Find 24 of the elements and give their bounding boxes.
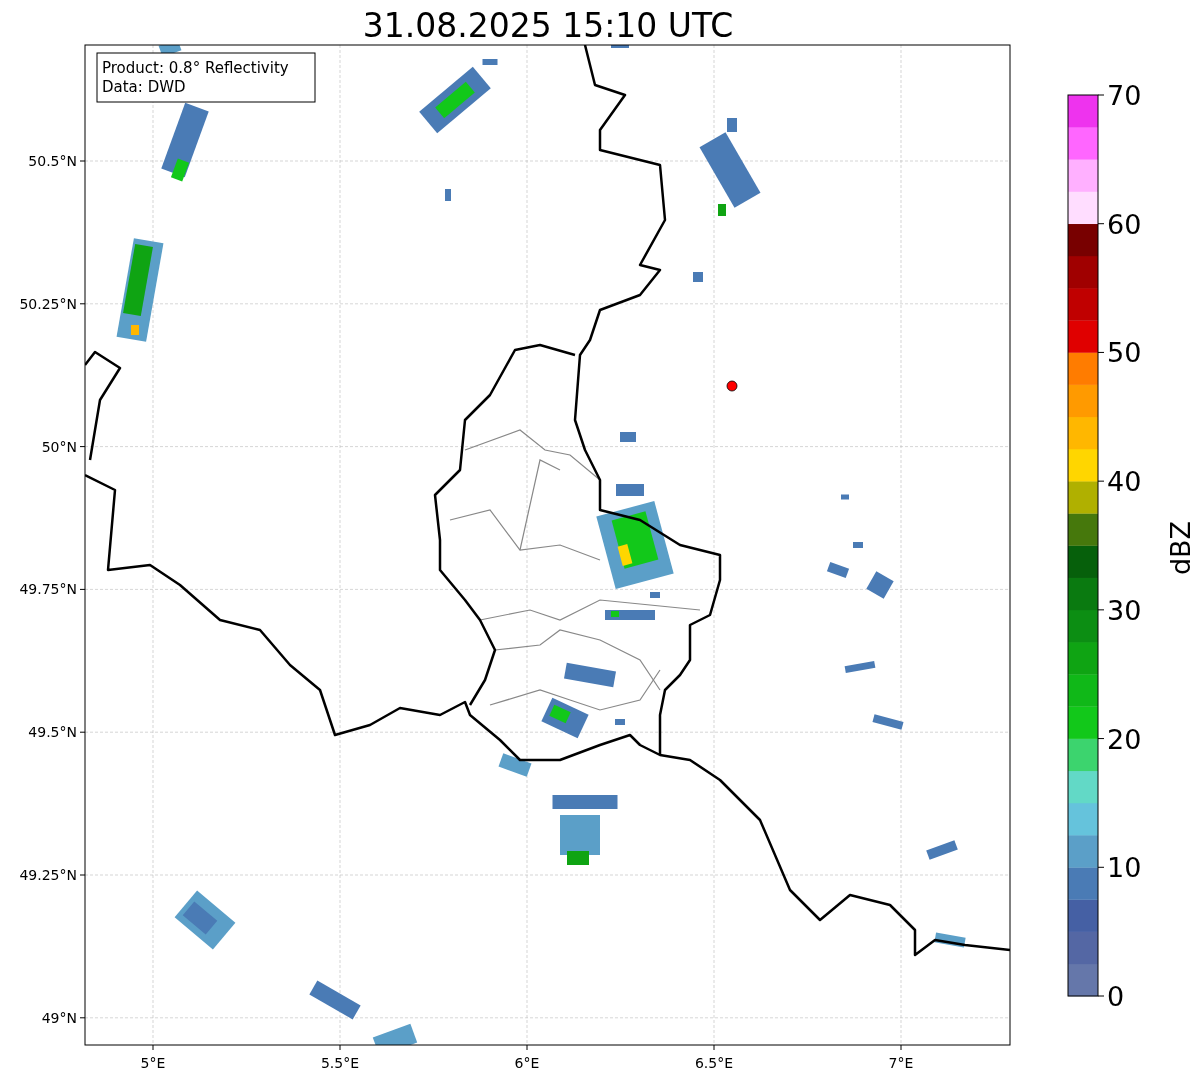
y-axis-tick-label: 50°N	[41, 438, 77, 455]
x-axis-tick-label: 7°E	[888, 1055, 914, 1071]
y-axis-tick-label: 50.5°N	[28, 153, 77, 169]
y-axis-tick-label: 49°N	[41, 1009, 77, 1026]
x-axis-tick-label: 6°E	[514, 1055, 540, 1071]
colorbar-label: dBZ	[1165, 520, 1196, 576]
colorbar-tick-label: 30	[1107, 594, 1142, 626]
colorbar-tick-label: 70	[1107, 80, 1142, 111]
info-text: Data: DWD	[102, 78, 186, 96]
chart-title: 31.08.2025 15:10 UTC	[362, 6, 734, 45]
info-text: Product: 0.8° Reflectivity	[102, 59, 289, 77]
colorbar-tick-label: 60	[1107, 208, 1142, 240]
y-axis-tick-label: 49.5°N	[28, 724, 77, 741]
colorbar-tick-label: 0	[1107, 981, 1125, 1012]
y-axis-tick-label: 49.75°N	[19, 581, 77, 598]
colorbar-tick-label: 40	[1107, 466, 1142, 498]
colorbar-tick-label: 20	[1107, 723, 1142, 755]
y-axis-tick-label: 50.25°N	[19, 295, 77, 312]
x-axis-tick-label: 5°E	[140, 1055, 166, 1071]
x-axis-tick-label: 6.5°E	[694, 1055, 734, 1071]
x-axis-tick-label: 5.5°E	[320, 1055, 360, 1071]
colorbar-tick-label: 10	[1107, 852, 1142, 884]
colorbar-tick-label: 50	[1107, 337, 1142, 369]
y-axis-tick-label: 49.25°N	[19, 867, 77, 883]
